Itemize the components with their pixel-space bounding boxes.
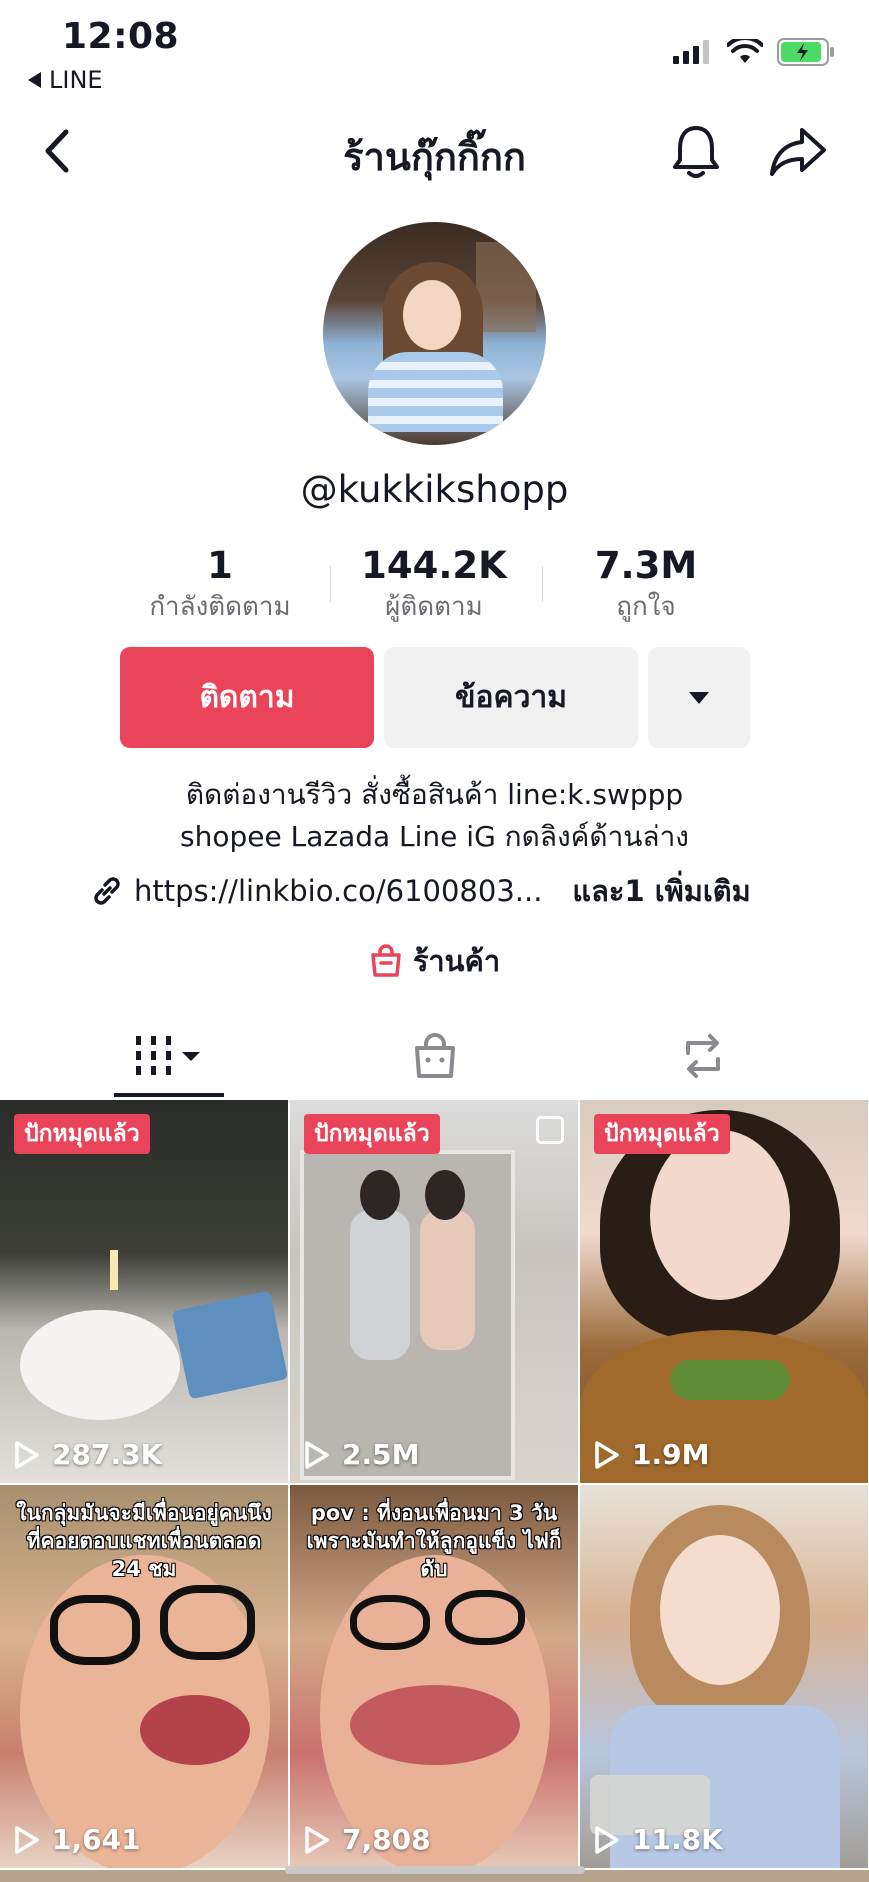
- view-count: 1,641: [14, 1823, 141, 1856]
- view-count-value: 287.3K: [52, 1438, 163, 1471]
- bio: ติดต่องานรีวิว สั่งซื้อสินค้า line:k.swp…: [0, 774, 869, 858]
- content-tabs: [0, 1012, 869, 1102]
- stat-divider: [330, 566, 331, 602]
- follow-button[interactable]: ติดตาม: [120, 647, 374, 748]
- username-handle: @kukkikshopp: [300, 468, 569, 511]
- video-thumbnail[interactable]: ในกลุ่มมันจะมีเพื่อนอยู่คนนึงที่คอยตอบแช…: [0, 1485, 288, 1868]
- view-count-value: 1,641: [52, 1823, 141, 1856]
- stat-likes[interactable]: 7.3M ถูกใจ: [556, 544, 736, 626]
- play-icon: [595, 1440, 619, 1469]
- stat-following[interactable]: 1 กำลังติดตาม: [130, 544, 310, 626]
- multi-photo-icon: [536, 1116, 564, 1144]
- view-count: 11.8K: [594, 1823, 723, 1856]
- view-count: 1.9M: [594, 1438, 709, 1471]
- shopping-bag-icon: [415, 1033, 455, 1078]
- status-time: 12:08: [62, 16, 180, 57]
- play-icon: [305, 1440, 329, 1469]
- active-tab-indicator: [114, 1093, 224, 1097]
- video-thumbnail[interactable]: pov : ที่งอนเพื่อนมา 3 วันเพราะมันทำให้ล…: [290, 1485, 578, 1868]
- pinned-badge: ปักหมุดแล้ว: [14, 1114, 150, 1154]
- repost-icon: [686, 1034, 720, 1078]
- link-icon: [94, 877, 120, 905]
- play-icon: [595, 1825, 619, 1854]
- view-count: 2.5M: [304, 1438, 419, 1471]
- bio-link[interactable]: https://linkbio.co/6100803...: [134, 874, 542, 908]
- shop-label: ร้านค้า: [412, 944, 501, 978]
- video-thumbnail[interactable]: ปักหมุดแล้ว 1.9M: [580, 1100, 868, 1483]
- stat-label: กำลังติดตาม: [149, 592, 291, 622]
- stat-value: 7.3M: [594, 544, 698, 587]
- video-thumbnail[interactable]: ปักหมุดแล้ว 2.5M: [290, 1100, 578, 1483]
- more-options-button[interactable]: [648, 647, 750, 748]
- view-count: 7,808: [304, 1823, 431, 1856]
- back-app-label: LINE: [49, 66, 103, 94]
- wifi-icon: [727, 39, 763, 63]
- stat-divider: [542, 566, 543, 602]
- video-caption: ในกลุ่มมันจะมีเพื่อนอยู่คนนึงที่คอยตอบแช…: [16, 1501, 272, 1581]
- stat-label: ถูกใจ: [616, 592, 676, 622]
- page-title: ร้านกุ๊กกิ๊กก: [343, 135, 526, 179]
- dropdown-triangle-icon: [689, 691, 709, 704]
- view-count-value: 1.9M: [632, 1438, 710, 1471]
- battery-icon: [777, 38, 834, 66]
- bio-line: shopee Lazada Line iG กดลิงค์ด้านล่าง: [180, 820, 689, 853]
- tab-shop[interactable]: [400, 1026, 470, 1086]
- view-count-value: 2.5M: [342, 1438, 420, 1471]
- shopping-bag-icon: [371, 944, 401, 977]
- stat-followers[interactable]: 144.2K ผู้ติดตาม: [354, 544, 514, 626]
- bio-line: ติดต่องานรีวิว สั่งซื้อสินค้า line:k.swp…: [185, 778, 684, 811]
- video-caption: pov : ที่งอนเพื่อนมา 3 วันเพราะมันทำให้ล…: [306, 1501, 562, 1581]
- pinned-badge: ปักหมุดแล้ว: [304, 1114, 440, 1154]
- signal-icon: [673, 40, 709, 64]
- back-to-app[interactable]: LINE: [28, 66, 103, 94]
- back-triangle-icon: [28, 72, 41, 88]
- stat-value: 1: [207, 544, 233, 587]
- play-icon: [305, 1825, 329, 1854]
- shop-link[interactable]: ร้านค้า: [0, 938, 869, 984]
- view-count-value: 11.8K: [632, 1823, 723, 1856]
- tab-videos[interactable]: [114, 1026, 224, 1086]
- view-count: 287.3K: [14, 1438, 162, 1471]
- home-indicator: [285, 1866, 585, 1874]
- video-thumbnail[interactable]: ปักหมุดแล้ว 287.3K: [0, 1100, 288, 1483]
- pinned-badge: ปักหมุดแล้ว: [594, 1114, 730, 1154]
- tab-reposts[interactable]: [668, 1026, 738, 1086]
- grid-icon: [136, 1036, 200, 1075]
- play-icon: [15, 1440, 39, 1469]
- bio-link-row: https://linkbio.co/6100803... และ1 เพิ่ม…: [90, 868, 751, 914]
- play-icon: [15, 1825, 39, 1854]
- share-icon[interactable]: [768, 126, 828, 178]
- more-links-button[interactable]: และ1 เพิ่มเติม: [572, 868, 750, 914]
- profile-stats: 1 กำลังติดตาม 144.2K ผู้ติดตาม 7.3M ถูกใ…: [0, 544, 869, 628]
- bell-icon[interactable]: [670, 122, 722, 182]
- status-icons: [673, 38, 835, 66]
- avatar[interactable]: [323, 222, 546, 445]
- message-button[interactable]: ข้อความ: [384, 647, 638, 748]
- view-count-value: 7,808: [342, 1823, 431, 1856]
- stat-value: 144.2K: [361, 544, 507, 587]
- stat-label: ผู้ติดตาม: [385, 592, 483, 622]
- video-thumbnail[interactable]: 11.8K: [580, 1485, 868, 1868]
